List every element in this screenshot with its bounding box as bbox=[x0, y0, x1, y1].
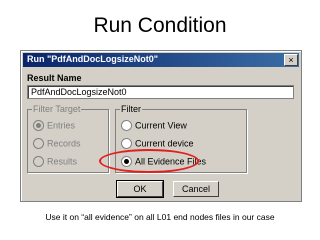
cancel-button[interactable]: Cancel bbox=[173, 181, 219, 197]
filter-target-title: Filter Target bbox=[32, 104, 82, 114]
filter-current-view-radio[interactable]: Current View bbox=[121, 120, 187, 132]
dialog-title: Run "PdfAndDocLogsizeNot0" bbox=[27, 54, 159, 64]
ok-button[interactable]: OK bbox=[116, 180, 164, 198]
dialog-titlebar[interactable]: Run "PdfAndDocLogsizeNot0" × bbox=[23, 53, 299, 67]
slide-caption: Use it on “all evidence” on all L01 end … bbox=[45, 212, 275, 222]
run-condition-dialog: Run "PdfAndDocLogsizeNot0" × Result Name… bbox=[20, 50, 302, 202]
radio-button-icon bbox=[33, 120, 44, 132]
filter-target-group: Filter Target Entries Records Results bbox=[27, 104, 109, 173]
slide-title: Run Condition bbox=[93, 14, 227, 37]
result-name-input[interactable]: PdfAndDocLogsizeNot0 bbox=[27, 85, 294, 99]
red-highlight-circle bbox=[99, 149, 199, 173]
filter-target-records-radio: Records bbox=[33, 138, 81, 150]
filter-target-entries-radio: Entries bbox=[33, 120, 75, 132]
radio-button-icon bbox=[33, 156, 44, 168]
radio-button-icon bbox=[121, 138, 132, 150]
result-name-label: Result Name bbox=[27, 73, 82, 83]
close-button[interactable]: × bbox=[284, 54, 298, 66]
filter-title: Filter bbox=[120, 104, 142, 114]
radio-button-icon bbox=[33, 138, 44, 150]
filter-target-results-radio: Results bbox=[33, 156, 77, 168]
radio-button-icon bbox=[121, 120, 132, 132]
